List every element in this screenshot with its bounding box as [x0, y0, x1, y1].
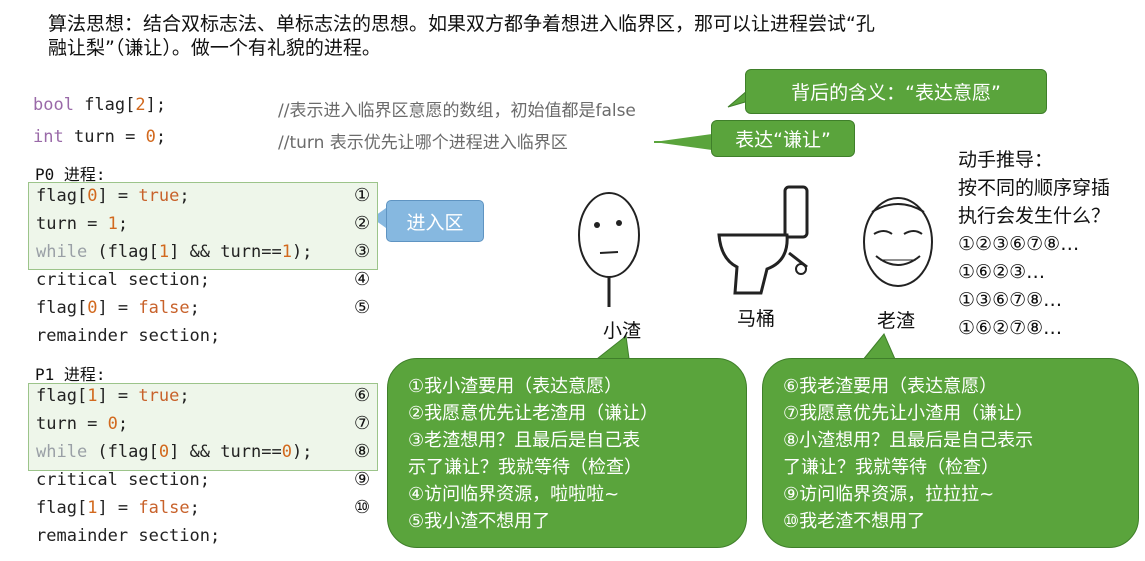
xiaozha-face-icon	[578, 192, 640, 307]
toilet-label: 马桶	[737, 308, 776, 330]
while-keyword: while	[36, 442, 88, 462]
bubble-right-line: ⑩我老渣不想用了	[783, 511, 926, 532]
code-text: );	[291, 242, 313, 262]
humble-callout: 表达“谦让”	[711, 120, 855, 157]
code-line: critical section;	[36, 470, 210, 490]
code-number: 0	[158, 442, 170, 462]
laozha-face-icon	[863, 197, 933, 287]
sequence-1: ①②③⑥⑦⑧…	[958, 233, 1080, 255]
bubble-left-line: ③老渣想用？且最后是自己表	[408, 430, 641, 451]
code-number: 1	[87, 498, 98, 518]
code-text: ] =	[97, 498, 139, 518]
code-number: 0	[107, 414, 118, 434]
code-text: turn =	[36, 414, 108, 434]
while-keyword: while	[36, 242, 88, 262]
code-literal: true	[138, 386, 180, 406]
code-text: ;	[117, 214, 129, 234]
code-number: 0	[87, 186, 98, 206]
code-line: flag[0] = false;	[36, 298, 200, 318]
step-marker: ①	[354, 185, 371, 206]
code-text: ;	[189, 498, 200, 518]
step-marker: ⑥	[354, 385, 371, 406]
code-line: remainder section;	[36, 326, 220, 346]
step-marker: ③	[354, 241, 371, 262]
code-text: ] =	[97, 298, 139, 318]
humble-pointer	[654, 134, 712, 150]
bubble-left-line: ①我小渣要用（表达意愿）	[408, 376, 623, 397]
step-marker: ④	[354, 269, 371, 290]
code-text: ] =	[97, 186, 139, 206]
derivation-panel: 动手推导： 按不同的顺序穿插 执行会发生什么？ ①②③⑥⑦⑧… ①⑥②③… ①③…	[958, 146, 1110, 342]
code-text: flag[	[36, 386, 88, 406]
code-text: ;	[179, 186, 190, 206]
code-number: 0	[87, 298, 98, 318]
bubble-left-line: 示了谦让？我就等待（检查）	[408, 457, 642, 478]
bubble-left-line: ④访问临界资源，啦啦啦~	[408, 484, 620, 505]
code-text: ] && turn==	[169, 442, 282, 462]
derivation-title: 动手推导：	[958, 149, 1054, 171]
code-number: 1	[107, 214, 118, 234]
code-text: remainder section;	[36, 526, 221, 546]
code-literal: false	[138, 498, 190, 518]
code-line: flag[1] = true;	[36, 386, 190, 406]
code-number: 0	[281, 442, 292, 462]
code-text: (flag[	[87, 442, 159, 462]
code-text: flag[	[36, 298, 88, 318]
bubble-right-line: ⑨访问临界资源，拉拉拉~	[783, 484, 995, 505]
code-text: turn =	[36, 214, 108, 234]
derivation-question-1: 按不同的顺序穿插	[958, 177, 1111, 199]
xiaozha-label: 小渣	[603, 320, 642, 342]
code-line: turn = 1;	[36, 214, 128, 234]
bubble-right-line: ⑧小渣想用？且最后是自己表示	[783, 430, 1034, 451]
code-literal: false	[138, 298, 190, 318]
code-text: );	[291, 442, 313, 462]
code-line: critical section;	[36, 270, 210, 290]
code-number: 1	[87, 386, 98, 406]
code-line: while (flag[1] && turn==1);	[36, 242, 312, 262]
laozha-label: 老渣	[877, 310, 916, 332]
xiaozha-speech-bubble: ①我小渣要用（表达意愿） ②我愿意优先让老渣用（谦让） ③老渣想用？且最后是自己…	[387, 358, 747, 548]
bubble-right-line: ⑦我愿意优先让小渣用（谦让）	[783, 403, 1034, 424]
step-marker: ⑧	[354, 441, 371, 462]
step-marker: ⑨	[354, 469, 371, 490]
code-line: remainder section;	[36, 526, 220, 546]
code-text: critical section;	[36, 470, 210, 490]
sequence-3: ①③⑥⑦⑧…	[958, 289, 1063, 311]
code-line: while (flag[0] && turn==0);	[36, 442, 312, 462]
sequence-2: ①⑥②③…	[958, 261, 1046, 283]
bubble-right-line: ⑥我老渣要用（表达意愿）	[783, 376, 998, 397]
code-number: 1	[158, 242, 170, 262]
code-text: ] =	[97, 386, 139, 406]
toilet-icon	[717, 185, 809, 295]
code-text: ;	[117, 414, 129, 434]
bubble-left-line: ⑤我小渣不想用了	[408, 511, 551, 532]
code-text: flag[	[36, 186, 88, 206]
code-text: ] && turn==	[169, 242, 282, 262]
code-text: critical section;	[36, 270, 210, 290]
bubble-left-line: ②我愿意优先让老渣用（谦让）	[408, 403, 659, 424]
sequence-4: ①⑥②⑦⑧…	[958, 317, 1063, 339]
p1-label: P1 进程:	[35, 365, 106, 384]
code-literal: true	[138, 186, 180, 206]
code-text: ;	[179, 386, 190, 406]
code-text: remainder section;	[36, 326, 221, 346]
code-line: flag[0] = true;	[36, 186, 190, 206]
derivation-question-2: 执行会发生什么？	[958, 205, 1111, 227]
step-marker: ⑩	[354, 497, 371, 518]
step-marker: ⑤	[354, 297, 371, 318]
bubble-right-line: 了谦让？我就等待（检查）	[783, 457, 999, 478]
code-text: flag[	[36, 498, 88, 518]
step-marker: ②	[354, 213, 371, 234]
laozha-speech-bubble: ⑥我老渣要用（表达意愿） ⑦我愿意优先让小渣用（谦让） ⑧小渣想用？且最后是自己…	[762, 358, 1139, 548]
code-text: (flag[	[87, 242, 159, 262]
step-marker: ⑦	[354, 413, 371, 434]
code-line: flag[1] = false;	[36, 498, 200, 518]
code-number: 1	[281, 242, 292, 262]
code-line: turn = 0;	[36, 414, 128, 434]
code-text: ;	[189, 298, 200, 318]
entry-callout: 进入区	[386, 200, 484, 242]
meaning-callout: 背后的含义：“表达意愿”	[745, 69, 1047, 114]
